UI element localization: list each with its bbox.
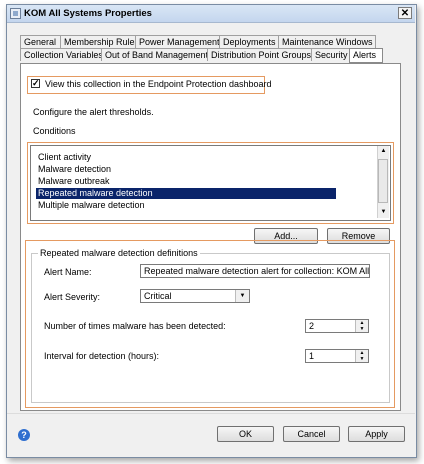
list-item[interactable]: Client activity bbox=[36, 152, 336, 163]
help-icon[interactable]: ? bbox=[18, 429, 30, 441]
window-title: KOM All Systems Properties bbox=[24, 8, 152, 19]
scroll-thumb[interactable] bbox=[378, 159, 388, 203]
ep-dashboard-label: View this collection in the Endpoint Pro… bbox=[45, 79, 272, 89]
spin-arrows-icon[interactable]: ▲ ▼ bbox=[355, 350, 368, 362]
properties-window-icon bbox=[10, 8, 21, 19]
interval-stepper[interactable]: 1 ▲ ▼ bbox=[305, 349, 369, 363]
list-item[interactable]: Multiple malware detection bbox=[36, 200, 336, 211]
definitions-group-title: Repeated malware detection definitions bbox=[38, 248, 200, 258]
tab-power-management[interactable]: Power Management bbox=[135, 35, 220, 48]
tab-maintenance-windows[interactable]: Maintenance Windows bbox=[278, 35, 376, 48]
ep-dashboard-checkbox[interactable]: ✓ bbox=[31, 79, 40, 88]
conditions-listbox[interactable]: Client activity Malware detection Malwar… bbox=[30, 145, 391, 221]
alert-name-label: Alert Name: bbox=[44, 267, 92, 277]
alert-name-input[interactable]: Repeated malware detection alert for col… bbox=[140, 264, 370, 278]
tab-out-of-band-management[interactable]: Out of Band Management bbox=[101, 48, 208, 61]
close-button[interactable]: ✕ bbox=[398, 7, 412, 19]
alert-severity-label: Alert Severity: bbox=[44, 292, 101, 302]
conditions-scrollbar[interactable]: ▲ ▼ bbox=[377, 146, 389, 218]
apply-button[interactable]: Apply bbox=[348, 426, 405, 442]
divider bbox=[7, 413, 415, 414]
tab-distribution-point-groups[interactable]: Distribution Point Groups bbox=[207, 48, 312, 61]
tab-membership-rules[interactable]: Membership Rules bbox=[60, 35, 139, 48]
times-detected-label: Number of times malware has been detecte… bbox=[44, 321, 226, 331]
list-item-selected[interactable]: Repeated malware detection bbox=[36, 188, 336, 199]
list-item[interactable]: Malware outbreak bbox=[36, 176, 336, 187]
times-detected-stepper[interactable]: 2 ▲ ▼ bbox=[305, 319, 369, 333]
conditions-label: Conditions bbox=[33, 126, 76, 136]
alert-severity-value: Critical bbox=[144, 291, 172, 301]
tab-deployments[interactable]: Deployments bbox=[219, 35, 279, 48]
scroll-down-arrow-icon[interactable]: ▼ bbox=[378, 207, 389, 218]
interval-label: Interval for detection (hours): bbox=[44, 351, 160, 361]
times-detected-value: 2 bbox=[309, 321, 315, 331]
alert-severity-select[interactable]: Critical ▼ bbox=[140, 289, 250, 303]
tab-security[interactable]: Security bbox=[311, 48, 350, 61]
configure-text: Configure the alert thresholds. bbox=[33, 107, 154, 117]
tab-general[interactable]: General bbox=[20, 35, 61, 48]
list-item[interactable]: Malware detection bbox=[36, 164, 336, 175]
tab-alerts[interactable]: Alerts bbox=[349, 48, 383, 63]
spin-arrows-icon[interactable]: ▲ ▼ bbox=[355, 320, 368, 332]
interval-value: 1 bbox=[309, 351, 315, 361]
tab-collection-variables[interactable]: Collection Variables bbox=[20, 48, 103, 61]
cancel-button[interactable]: Cancel bbox=[283, 426, 340, 442]
scroll-up-arrow-icon[interactable]: ▲ bbox=[378, 146, 389, 157]
chevron-down-icon[interactable]: ▼ bbox=[235, 290, 249, 302]
ok-button[interactable]: OK bbox=[217, 426, 274, 442]
